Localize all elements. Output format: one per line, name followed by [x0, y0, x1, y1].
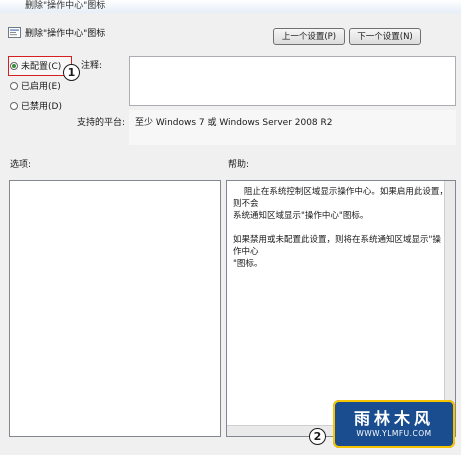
radio-not-configured[interactable]: 未配置(C) — [10, 59, 61, 72]
watermark-brand: 雨林木风 — [353, 408, 434, 428]
radio-button-icon[interactable] — [10, 81, 18, 90]
radio-button-icon[interactable] — [10, 101, 18, 110]
radio-disabled[interactable]: 已禁用(D) — [10, 99, 62, 112]
options-label: 选项: — [10, 160, 32, 170]
title-bar: 删除"操作中心"图标 — [0, 0, 461, 14]
help-text: 阻止在系统控制区域显示操作中心。如果启用此设置，则不会 系统通知区域显示"操作中… — [233, 187, 448, 269]
radio-button-icon[interactable] — [10, 61, 18, 70]
help-label: 帮助: — [228, 160, 250, 170]
help-vertical-scrollbar[interactable] — [444, 181, 455, 426]
platform-label: 支持的平台: — [77, 118, 126, 128]
radio-enabled[interactable]: 已启用(E) — [10, 79, 61, 92]
watermark-url: WWW.YLMFU.COM — [356, 428, 432, 438]
comment-label: 注释: — [81, 61, 103, 71]
platform-box: 至少 Windows 7 或 Windows Server 2008 R2 — [129, 110, 456, 145]
previous-setting-button[interactable]: 上一个设置(P) — [273, 28, 345, 45]
window-title: 删除"操作中心"图标 — [25, 1, 106, 11]
comment-textarea[interactable] — [129, 56, 456, 106]
callout-two: 2 — [309, 428, 326, 445]
setting-title: 删除"操作中心"图标 — [25, 29, 106, 39]
platform-value: 至少 Windows 7 或 Windows Server 2008 R2 — [135, 118, 333, 128]
radio-label: 已禁用(D) — [21, 102, 62, 112]
options-panel[interactable] — [9, 180, 221, 437]
next-setting-button[interactable]: 下一个设置(N) — [349, 28, 421, 45]
radio-label: 未配置(C) — [21, 62, 62, 72]
site-watermark: 雨林木风 WWW.YLMFU.COM — [333, 400, 455, 448]
policy-setting-icon — [8, 27, 21, 38]
callout-one: 1 — [63, 64, 80, 81]
help-panel[interactable]: 阻止在系统控制区域显示操作中心。如果启用此设置，则不会 系统通知区域显示"操作中… — [226, 180, 456, 437]
radio-label: 已启用(E) — [21, 82, 61, 92]
